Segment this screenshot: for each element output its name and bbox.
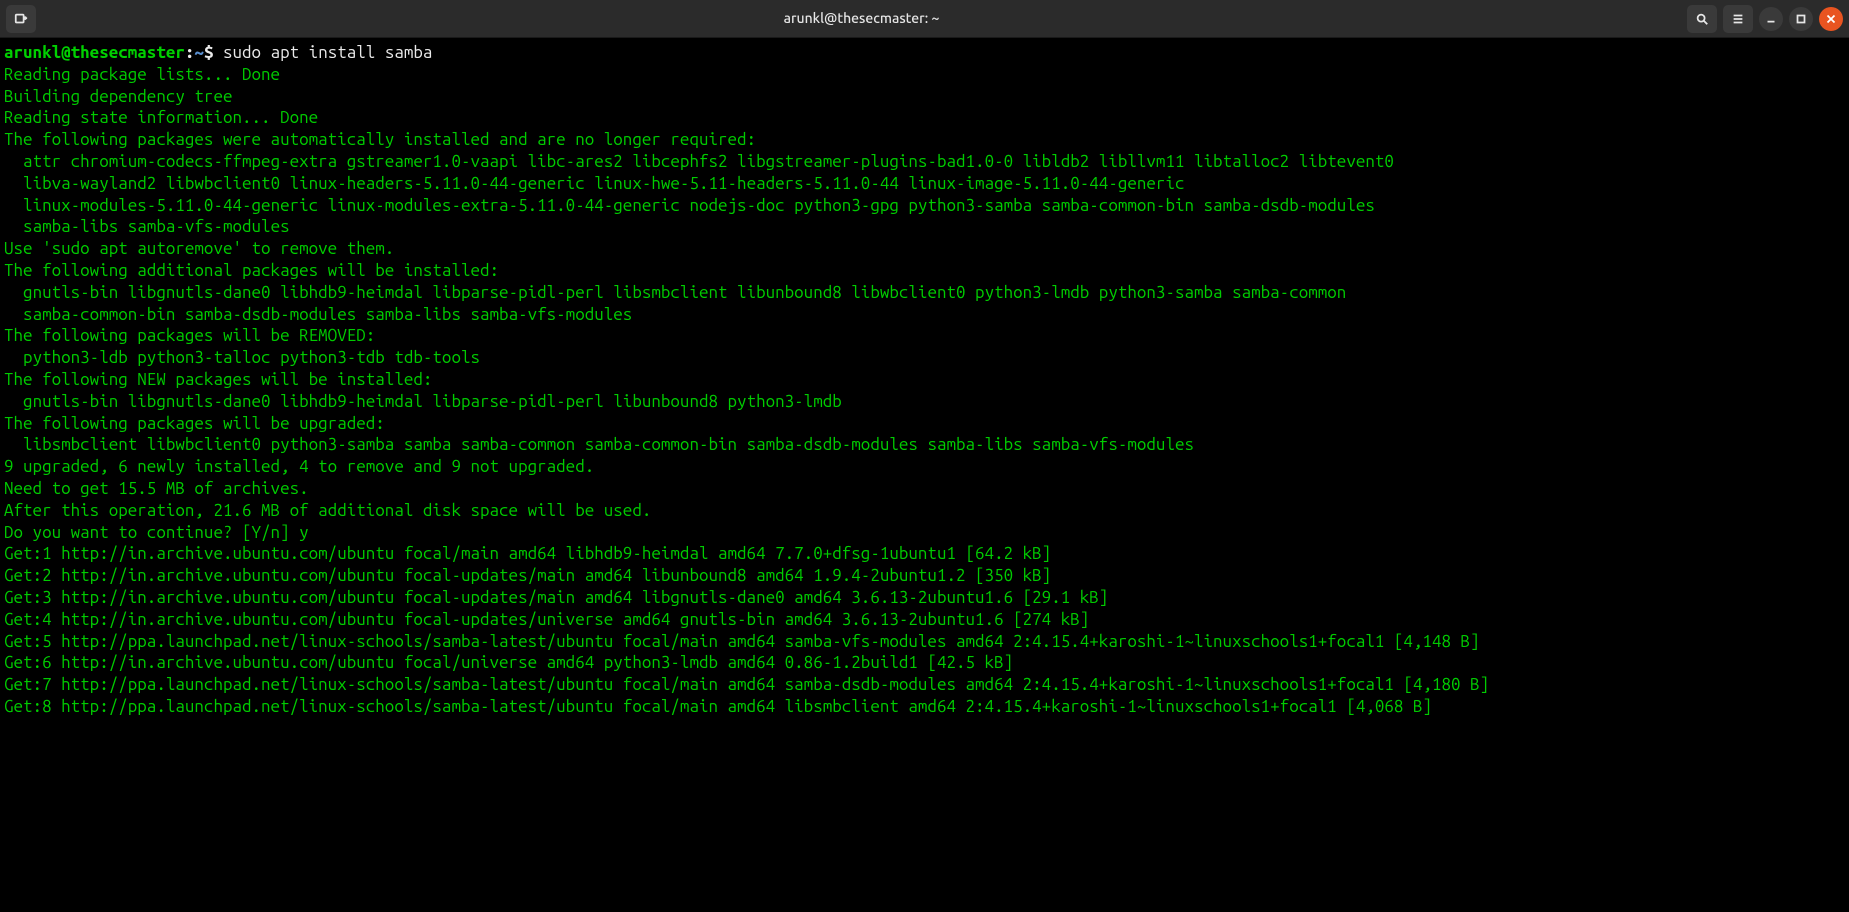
search-button[interactable] — [1687, 5, 1717, 33]
terminal-output-line: Get:2 http://in.archive.ubuntu.com/ubunt… — [4, 565, 1845, 587]
terminal-output-line: 9 upgraded, 6 newly installed, 4 to remo… — [4, 456, 1845, 478]
terminal-output-line: The following additional packages will b… — [4, 260, 1845, 282]
maximize-icon — [1794, 12, 1808, 26]
terminal-output-line: The following packages will be REMOVED: — [4, 325, 1845, 347]
terminal-output-line: Building dependency tree — [4, 86, 1845, 108]
search-icon — [1695, 12, 1709, 26]
close-icon — [1824, 12, 1838, 26]
terminal-output-line: Get:5 http://ppa.launchpad.net/linux-sch… — [4, 631, 1845, 653]
prompt-colon: : — [185, 43, 195, 62]
terminal-output-line: attr chromium-codecs-ffmpeg-extra gstrea… — [4, 151, 1845, 173]
terminal-output-line: Reading state information... Done — [4, 107, 1845, 129]
terminal-output-line: gnutls-bin libgnutls-dane0 libhdb9-heimd… — [4, 282, 1845, 304]
terminal-output-line: samba-common-bin samba-dsdb-modules samb… — [4, 304, 1845, 326]
command-text: sudo apt install samba — [223, 43, 432, 62]
terminal-output-line: gnutls-bin libgnutls-dane0 libhdb9-heimd… — [4, 391, 1845, 413]
prompt-line: arunkl@thesecmaster:~$ sudo apt install … — [4, 42, 1845, 64]
terminal-output-line: libva-wayland2 libwbclient0 linux-header… — [4, 173, 1845, 195]
terminal-output-line: Get:4 http://in.archive.ubuntu.com/ubunt… — [4, 609, 1845, 631]
terminal-output-line: libsmbclient libwbclient0 python3-samba … — [4, 434, 1845, 456]
prompt-path: ~ — [194, 43, 204, 62]
terminal-output-line: After this operation, 21.6 MB of additio… — [4, 500, 1845, 522]
terminal-output-line: Use 'sudo apt autoremove' to remove them… — [4, 238, 1845, 260]
close-button[interactable] — [1819, 7, 1843, 31]
terminal-output-line: Reading package lists... Done — [4, 64, 1845, 86]
terminal-output-line: Get:8 http://ppa.launchpad.net/linux-sch… — [4, 696, 1845, 718]
minimize-button[interactable] — [1759, 7, 1783, 31]
terminal-output-line: Get:6 http://in.archive.ubuntu.com/ubunt… — [4, 652, 1845, 674]
terminal-output-line: Get:1 http://in.archive.ubuntu.com/ubunt… — [4, 543, 1845, 565]
terminal-output-line: Do you want to continue? [Y/n] y — [4, 522, 1845, 544]
terminal-output-line: The following packages were automaticall… — [4, 129, 1845, 151]
new-tab-button[interactable] — [6, 5, 36, 33]
terminal-output-line: python3-ldb python3-talloc python3-tdb t… — [4, 347, 1845, 369]
terminal-output-line: linux-modules-5.11.0-44-generic linux-mo… — [4, 195, 1845, 217]
maximize-button[interactable] — [1789, 7, 1813, 31]
minimize-icon — [1764, 12, 1778, 26]
terminal-output-line: The following packages will be upgraded: — [4, 413, 1845, 435]
menu-button[interactable] — [1723, 5, 1753, 33]
window-title: arunkl@thesecmaster: ~ — [36, 8, 1687, 30]
terminal-output-line: The following NEW packages will be insta… — [4, 369, 1845, 391]
hamburger-icon — [1731, 12, 1745, 26]
terminal-output-line: samba-libs samba-vfs-modules — [4, 216, 1845, 238]
terminal-output-line: Get:3 http://in.archive.ubuntu.com/ubunt… — [4, 587, 1845, 609]
prompt-user-host: arunkl@thesecmaster — [4, 43, 185, 62]
terminal-output-line: Need to get 15.5 MB of archives. — [4, 478, 1845, 500]
terminal-viewport[interactable]: arunkl@thesecmaster:~$ sudo apt install … — [0, 38, 1849, 912]
new-tab-icon — [14, 12, 28, 26]
terminal-output-line: Get:7 http://ppa.launchpad.net/linux-sch… — [4, 674, 1845, 696]
prompt-symbol: $ — [204, 43, 223, 62]
window-titlebar: arunkl@thesecmaster: ~ — [0, 0, 1849, 38]
